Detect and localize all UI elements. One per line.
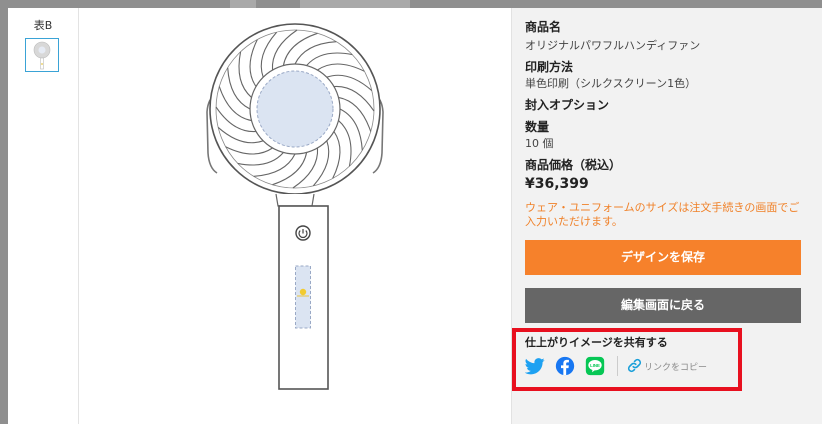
- share-title: 仕上がりイメージを共有する: [525, 336, 668, 349]
- twitter-icon[interactable]: [524, 356, 545, 376]
- thumbnail-column: 表B: [8, 8, 79, 424]
- line-icon[interactable]: LINE: [585, 356, 605, 376]
- thumbnail-fan-icon: [33, 41, 51, 70]
- order-summary-panel: 商品名 オリジナルパワフルハンディファン 印刷方法 単色印刷（シルクスクリーン1…: [511, 8, 822, 424]
- product-name-label: 商品名: [525, 20, 562, 34]
- handle-indicator-dot: [299, 288, 307, 296]
- share-divider: [617, 356, 618, 376]
- price-label: 商品価格（税込）: [525, 158, 622, 172]
- design-preview-modal: 表B 商品名 オリジナルパワフルハンディファン 印刷方法 単色印刷（シルクスクリ…: [8, 8, 822, 424]
- link-icon: [627, 358, 642, 373]
- share-buttons: LINE リンクをコピー: [524, 356, 805, 378]
- print-method-value: 単色印刷（シルクスクリーン1色）: [525, 77, 697, 90]
- product-preview: [79, 8, 511, 424]
- size-notice: ウェア・ユニフォームのサイズは注文手続きの画面でご入力いただけます。: [525, 201, 800, 228]
- quantity-value: 10 個: [525, 137, 554, 150]
- handy-fan-illustration: [206, 23, 384, 390]
- copy-link-label: リンクをコピー: [644, 363, 708, 373]
- fan-neck: [275, 193, 315, 207]
- handle-print-area: [295, 265, 311, 329]
- print-method-label: 印刷方法: [525, 60, 574, 74]
- product-name-value: オリジナルパワフルハンディファン: [525, 39, 701, 52]
- thumbnail-front[interactable]: [25, 38, 59, 72]
- fan-print-area: [256, 70, 334, 148]
- save-design-button[interactable]: デザインを保存: [525, 240, 801, 275]
- svg-text:LINE: LINE: [590, 363, 600, 368]
- back-to-editor-button[interactable]: 編集画面に戻る: [525, 288, 801, 323]
- quantity-label: 数量: [525, 120, 550, 134]
- price-value: ¥36,399: [525, 176, 589, 192]
- packing-option-label: 封入オプション: [525, 98, 610, 112]
- facebook-icon[interactable]: [555, 356, 575, 376]
- thumbnail-side-label: 表B: [33, 19, 53, 32]
